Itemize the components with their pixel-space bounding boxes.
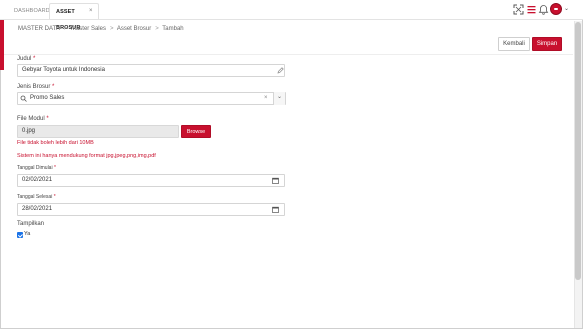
search-icon	[20, 95, 27, 102]
required-mark: *	[52, 84, 55, 90]
breadcrumb-separator: >	[155, 26, 159, 32]
breadcrumb-separator: >	[109, 26, 114, 32]
judul-input[interactable]: Gebyar Toyota untuk Indonesia	[17, 64, 285, 77]
breadcrumb-tambah: Tambah	[162, 26, 184, 32]
edit-icon[interactable]	[277, 67, 284, 74]
tampilkan-checkbox-label[interactable]: Ya	[24, 231, 30, 237]
breadcrumb-master-sales[interactable]: Master Sales	[71, 26, 106, 32]
required-mark: *	[53, 194, 56, 200]
tanggal-selesai-input[interactable]: 28/02/2021	[17, 203, 285, 216]
tab-close-icon[interactable]: ×	[89, 3, 93, 19]
required-mark: *	[33, 56, 36, 62]
judul-value: Gebyar Toyota untuk Indonesia	[22, 67, 105, 73]
file-modul-input[interactable]: 0.jpg	[17, 125, 179, 138]
tampilkan-label: Tampilkan	[17, 221, 45, 227]
breadcrumb-master-data[interactable]: MASTER DATA	[18, 26, 60, 32]
judul-label-text: Judul	[17, 56, 32, 62]
breadcrumb: MASTER DATA > Master Sales > Asset Brosur >…	[18, 26, 186, 32]
scrollbar-thumb[interactable]	[575, 22, 581, 280]
calendar-icon[interactable]	[272, 177, 279, 184]
tanggal-dimulai-label-text: Tanggal Dimulai	[17, 165, 53, 171]
required-mark: *	[53, 165, 56, 171]
tanggal-selesai-value: 28/02/2021	[22, 206, 53, 212]
file-modul-label: File Modul *	[17, 116, 49, 122]
app-frame	[0, 0, 583, 329]
file-size-error: File tidak boleh lebih dari 10MB	[17, 140, 94, 146]
jenis-brosur-label-text: Jenis Brosur	[17, 84, 51, 90]
divider	[4, 54, 573, 55]
clear-icon[interactable]: ×	[264, 95, 268, 101]
tanggal-dimulai-input[interactable]: 02/02/2021	[17, 174, 285, 187]
tampilkan-checkbox[interactable]	[17, 232, 23, 238]
required-mark: *	[46, 116, 49, 122]
chevron-down-icon[interactable]: ⌄	[273, 92, 285, 105]
tanggal-selesai-label: Tanggal Selesai *	[17, 194, 56, 200]
judul-label: Judul *	[17, 56, 35, 62]
browse-button[interactable]: Browse	[181, 125, 211, 138]
back-button[interactable]: Kembali	[498, 37, 530, 51]
file-format-error: Sistem ini hanya mendukung format jpg,jp…	[17, 153, 156, 159]
tanggal-dimulai-label: Tanggal Dimulai *	[17, 165, 56, 171]
breadcrumb-separator: >	[63, 26, 68, 32]
avatar[interactable]	[550, 3, 562, 15]
save-button[interactable]: Simpan	[532, 37, 562, 51]
jenis-brosur-select[interactable]: Promo Sales	[17, 92, 286, 105]
sidebar-accent	[0, 20, 4, 70]
bell-icon[interactable]	[538, 4, 549, 15]
file-modul-value: 0.jpg	[22, 128, 36, 134]
jenis-brosur-label: Jenis Brosur *	[17, 84, 54, 90]
top-bar: DASHBOARD ASSET BROSUR × ⌄	[0, 0, 583, 31]
fullscreen-icon[interactable]	[513, 4, 524, 15]
file-modul-label-text: File Modul	[17, 116, 45, 122]
tanggal-dimulai-value: 02/02/2021	[22, 177, 53, 183]
chevron-down-icon[interactable]: ⌄	[564, 5, 569, 12]
breadcrumb-asset-brosur[interactable]: Asset Brosur	[117, 26, 151, 32]
calendar-icon[interactable]	[272, 206, 279, 213]
tanggal-selesai-label-text: Tanggal Selesai	[17, 194, 53, 200]
jenis-brosur-value: Promo Sales	[30, 95, 65, 101]
menu-icon[interactable]	[526, 4, 537, 15]
